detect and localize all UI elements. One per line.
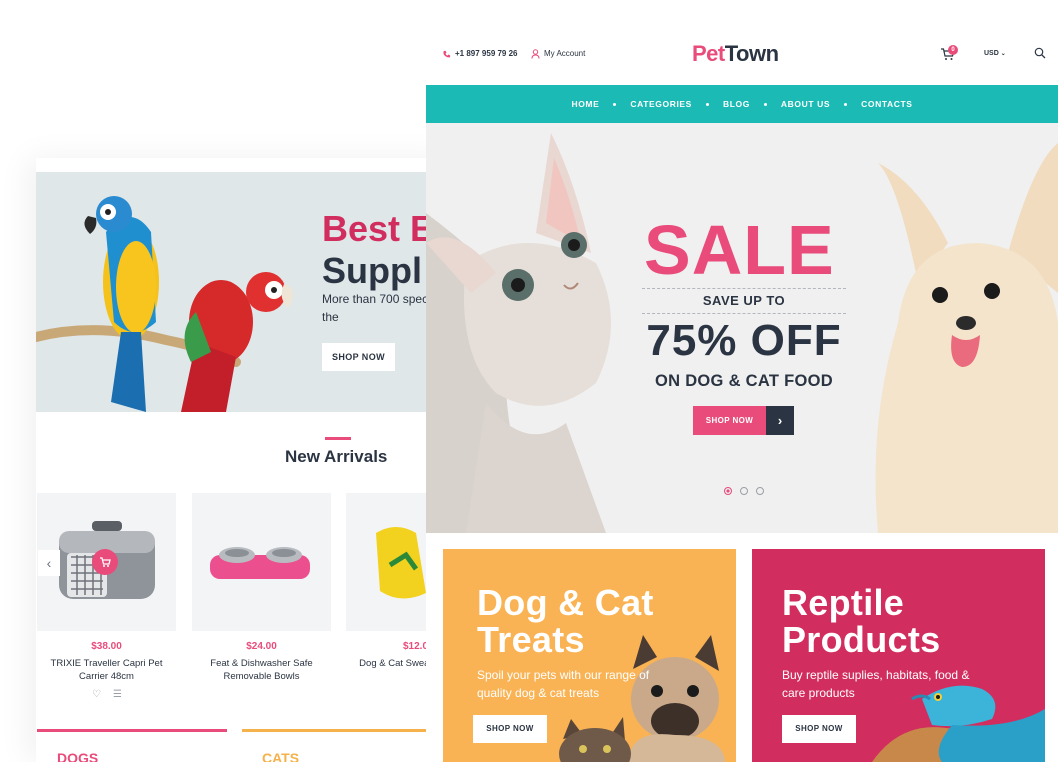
phone-contact[interactable]: +1 897 959 79 26 xyxy=(442,48,518,60)
banner-title-line1: Dog & Cat xyxy=(477,582,654,623)
chevron-right-icon: › xyxy=(766,406,794,435)
sale-hero-slider: SALE SAVE UP TO 75% OFF ON DOG & CAT FOO… xyxy=(426,123,1058,533)
section-accent-bar xyxy=(325,437,351,440)
cart-count-badge: 0 xyxy=(948,45,958,55)
currency-label: USD xyxy=(984,50,999,57)
slide-dot-3[interactable] xyxy=(756,487,764,495)
banner-title-line2: Treats xyxy=(477,619,585,660)
hero-title-line2: Suppl xyxy=(322,250,422,291)
product-name[interactable]: Feat & Dishwasher Safe Removable Bowls xyxy=(192,657,331,683)
category-label: DOGS xyxy=(57,750,99,762)
hero-title: Best E Suppl xyxy=(322,208,434,292)
nav-home[interactable]: HOME xyxy=(571,98,599,110)
product-name[interactable]: TRIXIE Traveller Capri Pet Carrier 48cm xyxy=(37,657,176,683)
front-page-preview: +1 897 959 79 26 My Account PetTown 0 US… xyxy=(426,0,1058,762)
nav-blog[interactable]: BLOG xyxy=(723,98,750,110)
nav-categories[interactable]: CATEGORIES xyxy=(630,98,692,110)
divider xyxy=(642,288,846,289)
dog-cat-treats-banner[interactable]: Dog & Cat Treats Spoil your pets with ou… xyxy=(443,549,736,762)
search-icon[interactable] xyxy=(1034,47,1046,59)
discount-text: 75% OFF xyxy=(646,316,842,365)
banner-title: Dog & Cat Treats xyxy=(477,584,654,658)
slider-pagination xyxy=(724,487,764,495)
hero-shop-now-button[interactable]: SHOP NOW xyxy=(322,343,395,371)
nav-separator xyxy=(763,102,767,106)
nav-contacts[interactable]: CONTACTS xyxy=(861,98,912,110)
banner-title-line2: Products xyxy=(782,619,941,660)
pettown-logo[interactable]: PetTown xyxy=(692,40,779,68)
hero-shop-now-button[interactable]: SHOP NOW › xyxy=(693,406,794,435)
category-label: CATS xyxy=(262,750,300,762)
banner-description: Spoil your pets with our range of qualit… xyxy=(477,668,650,700)
product-actions: ♡ ☰ xyxy=(92,689,122,700)
reptile-shop-now-button[interactable]: SHOP NOW xyxy=(782,715,856,743)
carousel-prev-button[interactable]: ‹ xyxy=(38,550,60,576)
slide-dot-2[interactable] xyxy=(740,487,748,495)
banner-title-line1: Reptile xyxy=(782,582,905,623)
product-card[interactable]: $24.00 Feat & Dishwasher Safe Removable … xyxy=(192,493,331,683)
sale-headline: SALE xyxy=(644,211,835,289)
logo-part-pet: Pet xyxy=(692,41,725,66)
product-image xyxy=(192,493,331,631)
logo-part-town: Town xyxy=(724,41,779,66)
hero-title-line1: Best E xyxy=(322,208,435,249)
nav-separator xyxy=(613,102,617,106)
phone-number: +1 897 959 79 26 xyxy=(455,49,518,58)
product-card[interactable]: $38.00 TRIXIE Traveller Capri Pet Carrie… xyxy=(37,493,176,683)
category-card-dogs[interactable]: DOGS xyxy=(37,729,227,762)
my-account-link[interactable]: My Account xyxy=(531,48,585,60)
bird-hero-banner: Best E Suppl More than 700 speci bird su… xyxy=(36,172,436,412)
pet-bowls-image xyxy=(210,547,310,579)
my-account-label: My Account xyxy=(544,49,586,58)
category-card-cats[interactable]: CATS xyxy=(242,729,432,762)
main-nav: HOME CATEGORIES BLOG ABOUT US CONTACTS xyxy=(426,85,1058,123)
product-price: $24.00 xyxy=(246,641,277,652)
product-price: $38.00 xyxy=(91,641,122,652)
chihuahua-dog-image xyxy=(875,143,1058,533)
user-icon xyxy=(531,49,540,59)
add-to-cart-icon[interactable] xyxy=(92,549,118,575)
chevron-down-icon: ⌄ xyxy=(1000,51,1006,57)
hero-description: More than 700 speci bird supplies for th… xyxy=(322,292,436,324)
nav-separator xyxy=(844,102,848,106)
banner-description: Buy reptile suplies, habitats, food & ca… xyxy=(782,668,970,700)
phone-icon xyxy=(443,50,451,57)
banner-title: Reptile Products xyxy=(782,584,940,658)
reptile-products-banner[interactable]: Reptile Products Buy reptile suplies, ha… xyxy=(752,549,1045,762)
treats-shop-now-button[interactable]: SHOP NOW xyxy=(473,715,547,743)
nav-separator xyxy=(705,102,709,106)
slide-dot-1[interactable] xyxy=(724,487,732,495)
wishlist-heart-icon[interactable]: ♡ xyxy=(92,689,101,700)
save-up-to-text: SAVE UP TO xyxy=(702,293,786,308)
sphynx-cat-image xyxy=(426,133,611,533)
compare-icon[interactable]: ☰ xyxy=(113,689,122,700)
new-arrivals-title: New Arrivals xyxy=(285,447,388,466)
currency-selector[interactable]: USD ⌄ xyxy=(984,49,1006,59)
header-bar: +1 897 959 79 26 My Account PetTown 0 US… xyxy=(426,0,1058,85)
shop-now-label: SHOP NOW xyxy=(693,406,766,435)
divider xyxy=(642,313,846,314)
cart-icon xyxy=(100,557,111,567)
nav-about-us[interactable]: ABOUT US xyxy=(781,98,830,110)
promo-subtitle: ON DOG & CAT FOOD xyxy=(654,372,834,390)
